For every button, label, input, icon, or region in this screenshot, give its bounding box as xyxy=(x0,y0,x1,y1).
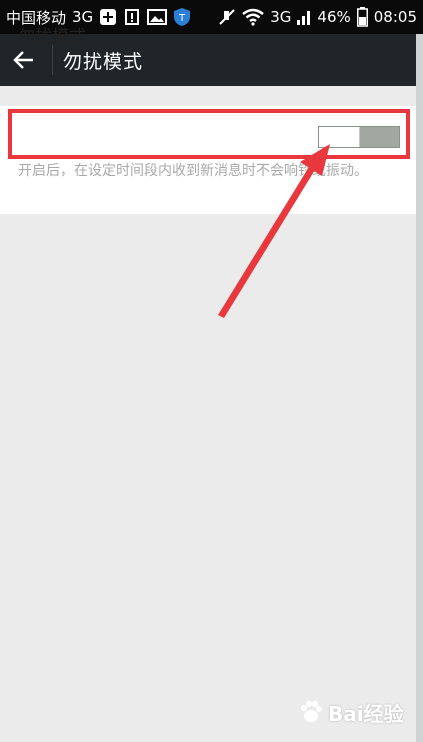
do-not-disturb-label: 勿扰模式 xyxy=(18,26,86,47)
paw-icon xyxy=(298,699,324,725)
toggle-knob xyxy=(319,127,360,147)
do-not-disturb-row[interactable]: 勿扰模式 xyxy=(18,14,402,54)
baidu-watermark: Bai经验 xyxy=(298,692,404,732)
setting-description: 开启后，在设定时间段内收到新消息时不会响铃或振动。 xyxy=(18,163,368,179)
watermark-text: Bai经验 xyxy=(328,701,404,726)
do-not-disturb-toggle[interactable] xyxy=(318,126,400,148)
settings-card xyxy=(0,106,416,214)
right-edge-strip xyxy=(416,34,423,742)
